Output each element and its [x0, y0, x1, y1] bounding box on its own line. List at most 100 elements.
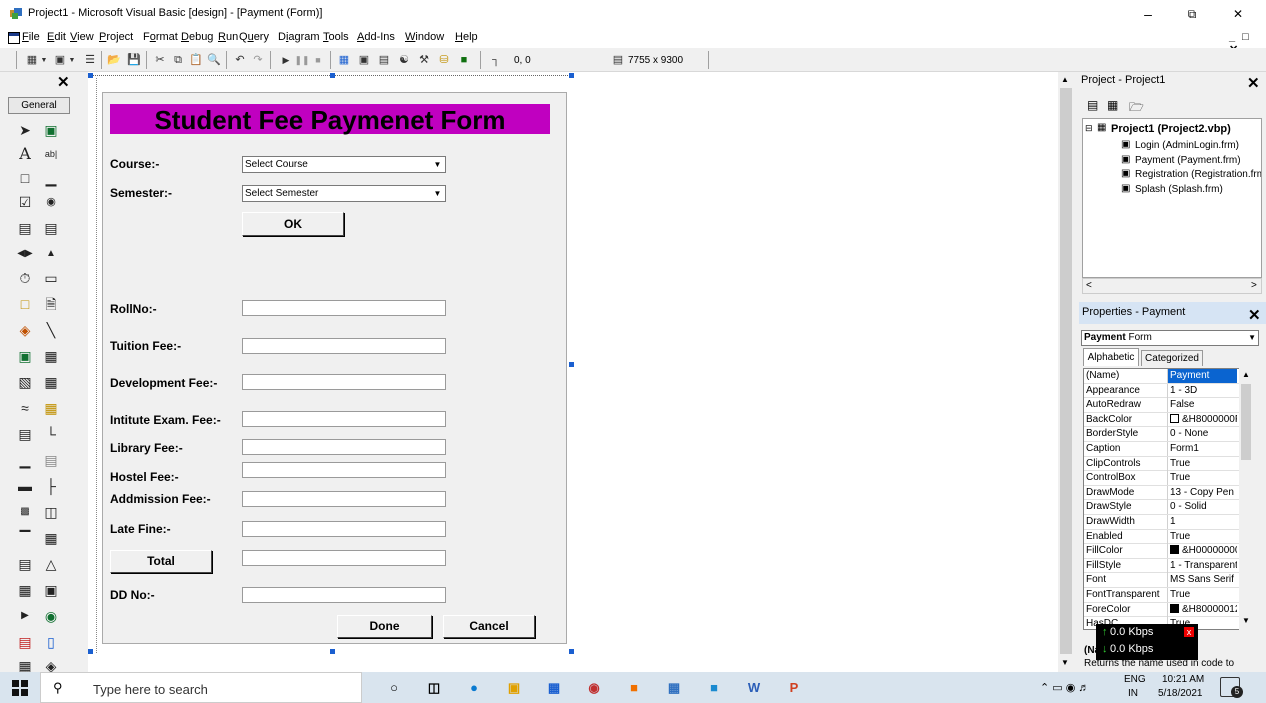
shape-tool-icon[interactable]: ◈ [14, 320, 36, 340]
break-icon[interactable]: ❚❚ [294, 53, 310, 68]
ok-button[interactable]: OK [242, 212, 344, 236]
region-indicator[interactable]: IN [1128, 688, 1138, 699]
updown-tool-icon[interactable]: △ [40, 554, 62, 574]
copy-icon[interactable]: ⧉ [170, 53, 186, 68]
property-grid-scrollbar[interactable]: ▲ ▼ [1239, 368, 1253, 630]
semester-combobox[interactable]: Select Semester ▼ [242, 185, 446, 202]
property-value[interactable]: &H80000012 [1167, 602, 1237, 617]
textbox-tool-icon[interactable]: ab| [40, 144, 62, 164]
statusbar-tool-icon[interactable]: ▤ [40, 450, 62, 470]
end-icon[interactable]: ■ [310, 53, 326, 68]
scroll-down-icon[interactable]: ▼ [1242, 616, 1250, 625]
scroll-up-icon[interactable]: ▲ [1242, 370, 1250, 379]
scrollbar-thumb[interactable] [1241, 384, 1251, 460]
property-row[interactable]: Appearance 1 - 3D [1084, 383, 1252, 399]
toolbar-tool-icon[interactable]: ▔ [14, 528, 36, 548]
project-explorer-icon[interactable]: ▦ [336, 53, 352, 68]
institute-exam-fee-input[interactable] [242, 411, 446, 427]
properties-window-icon[interactable]: ▣ [356, 53, 372, 68]
imagelist-tool-icon[interactable]: ◫ [40, 502, 62, 522]
image-tool-icon[interactable]: ▣ [14, 346, 36, 366]
vscrollbar-tool-icon[interactable]: ▲ [40, 244, 62, 264]
notification-center-icon[interactable]: 5 [1220, 677, 1243, 698]
scroll-up-icon[interactable]: ▲ [1061, 75, 1069, 84]
tab-tool-icon[interactable]: └ [40, 424, 62, 444]
view-object-icon[interactable]: ▦ [1107, 98, 1118, 112]
chevron-down-icon[interactable]: ▼ [430, 186, 445, 201]
tuition-fee-input[interactable] [242, 338, 446, 354]
close-button[interactable]: ✕ [1218, 4, 1258, 24]
find-icon[interactable]: 🔍 [206, 53, 222, 68]
progressbar-tool-icon[interactable]: ▁ [14, 450, 36, 470]
dd-no-input[interactable] [242, 587, 446, 603]
project-tree[interactable]: ⊟ ▦ Project1 (Project2.vbp) ▣ Login (Admi… [1082, 118, 1262, 278]
add-project-icon[interactable]: ▦ [24, 53, 40, 68]
property-value[interactable]: 0 - None [1167, 427, 1237, 442]
resize-handle[interactable] [569, 73, 574, 78]
edge-browser-icon[interactable]: ● [466, 680, 482, 696]
dropdown-arrow-icon[interactable]: ▼ [40, 53, 48, 68]
menu-item[interactable]: Format [143, 31, 178, 43]
checkbox-tool-icon[interactable]: ☑ [14, 192, 36, 212]
app-icon-red[interactable]: ◉ [586, 680, 602, 696]
microsoft-store-icon[interactable]: ▦ [546, 680, 562, 696]
resize-handle[interactable] [569, 649, 574, 654]
tree-item-form[interactable]: Registration (Registration.frm) [1135, 169, 1261, 180]
drivelist-tool-icon[interactable]: ▭ [40, 268, 62, 288]
object-browser-icon[interactable]: ☯ [396, 53, 412, 68]
property-row[interactable]: Font MS Sans Serif [1084, 573, 1252, 588]
property-value[interactable]: True [1167, 588, 1237, 602]
menu-item[interactable]: File [22, 31, 40, 43]
property-row[interactable]: FillStyle 1 - Transparent [1084, 558, 1252, 574]
chevron-down-icon[interactable]: ▼ [430, 157, 445, 172]
property-row[interactable]: ControlBox True [1084, 471, 1252, 486]
restore-button[interactable]: ⧉ [1172, 4, 1212, 24]
word-icon[interactable]: W [746, 680, 762, 696]
toolbox-close-button[interactable]: ✕ [57, 73, 70, 91]
cut-icon[interactable]: ✂ [152, 53, 168, 68]
cortana-icon[interactable]: ○ [386, 680, 402, 696]
toggle-folders-icon[interactable]: 🗁 [1129, 98, 1144, 119]
data-tool-icon[interactable]: ▦ [40, 346, 62, 366]
scroll-down-icon[interactable]: ▼ [1061, 658, 1069, 667]
development-fee-input[interactable] [242, 374, 446, 390]
resize-handle[interactable] [330, 73, 335, 78]
app-icon-blue[interactable]: ■ [706, 680, 722, 696]
window-tool-icon[interactable]: ▣ [40, 580, 62, 600]
object-selector[interactable]: Payment Form ▼ [1081, 330, 1259, 346]
property-row[interactable]: (Name) Payment [1084, 369, 1252, 384]
project-horizontal-scrollbar[interactable]: < > [1082, 278, 1262, 294]
chevron-down-icon[interactable]: ▼ [1248, 331, 1256, 345]
datareport-tool-icon[interactable]: ▤ [14, 632, 36, 652]
tree-item-form[interactable]: Payment (Payment.frm) [1135, 155, 1241, 166]
treeview-tool-icon[interactable]: ├ [40, 476, 62, 496]
grid-tool-icon[interactable]: ▦ [40, 372, 62, 392]
tab-alphabetic[interactable]: Alphabetic [1083, 348, 1139, 366]
property-value[interactable]: True [1167, 529, 1237, 544]
richtext-tool-icon[interactable]: ▤ [14, 554, 36, 574]
property-value[interactable]: 13 - Copy Pen [1167, 485, 1237, 500]
view-code-icon[interactable]: ▤ [1087, 98, 1098, 112]
menu-item[interactable]: Edit [47, 31, 66, 43]
admission-fee-input[interactable] [242, 491, 446, 507]
property-grid[interactable]: (Name) Payment Appearance 1 - 3D AutoRedraw F… [1083, 368, 1253, 630]
data-view-icon[interactable]: ⛁ [436, 53, 452, 68]
collapse-icon[interactable]: ⊟ [1085, 123, 1093, 134]
property-value[interactable]: &H00000000 [1167, 544, 1237, 559]
library-fee-input[interactable] [242, 439, 446, 455]
property-row[interactable]: FontTransparent True [1084, 588, 1252, 603]
property-value[interactable]: Form1 [1167, 442, 1237, 456]
taskbar-search-box[interactable]: ⚲ Type here to search [40, 672, 362, 703]
system-tray-icons[interactable]: ⌃ ▭ ◉ ♬ [1040, 681, 1089, 694]
component-manager-icon[interactable]: ■ [456, 53, 472, 68]
dropdown-arrow-icon[interactable]: ▼ [68, 53, 76, 68]
resize-handle[interactable] [330, 649, 335, 654]
redo-icon[interactable]: ↷ [250, 53, 266, 68]
pointer-tool-icon[interactable]: ➤ [14, 120, 36, 140]
label-tool-icon[interactable]: A [14, 144, 36, 164]
calendar-tool-icon[interactable]: ▦ [40, 528, 62, 548]
tree-item-form[interactable]: Login (AdminLogin.frm) [1135, 140, 1239, 151]
property-row[interactable]: Enabled True [1084, 529, 1252, 545]
hostel-fee-input[interactable] [242, 462, 446, 478]
properties-close-button[interactable]: ✕ [1248, 306, 1261, 324]
